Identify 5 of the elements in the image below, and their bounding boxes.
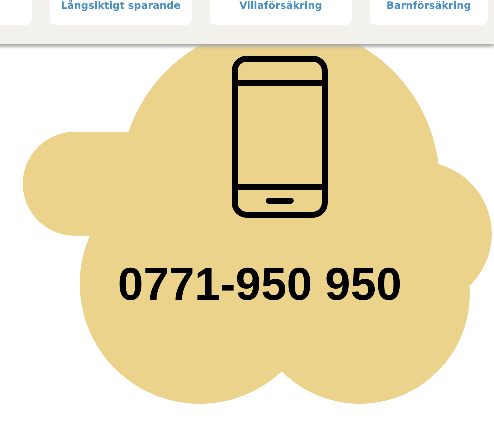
nav-card[interactable]: Villaförsäkring	[210, 0, 352, 25]
nav-card[interactable]: Barnförsäkring	[370, 0, 488, 25]
phone-number[interactable]: 0771-950 950	[118, 258, 402, 310]
nav-card[interactable]: Långsiktigt sparande	[50, 0, 192, 25]
phone-icon	[232, 56, 328, 218]
